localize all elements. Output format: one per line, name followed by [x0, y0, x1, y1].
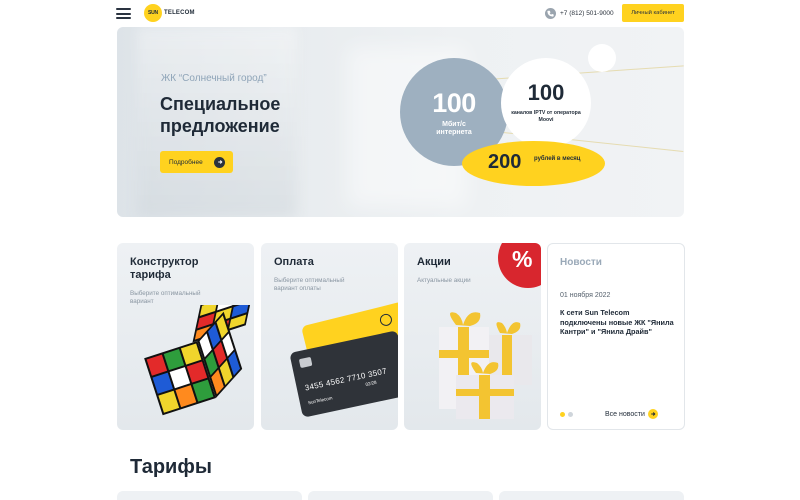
card-title: Конструктор тарифа [130, 256, 199, 281]
speed-text: Мбит/с интернета [436, 121, 472, 136]
tariff-constructor-card[interactable]: Конструктор тарифа Выберите оптимальный … [117, 243, 254, 430]
card-holder: SunTelecom [307, 395, 333, 406]
tariffs-section-title: Тарифы [130, 456, 212, 478]
card-description: Актуальные акции [417, 277, 471, 284]
tariff-card[interactable] [117, 491, 302, 500]
speed-value: 100 [432, 88, 476, 118]
all-news-label: Все новости [605, 410, 645, 418]
logo-wordmark: TELECOM [164, 10, 195, 16]
more-details-label: Подробнее [169, 158, 203, 166]
arrow-right-icon [214, 156, 225, 168]
gift-boxes-illustration [439, 312, 532, 419]
promotions-card[interactable]: Акции Актуальные акции % [404, 243, 541, 430]
percent-icon: % [512, 246, 533, 272]
decorative-circle [588, 44, 616, 72]
card-chip-icon [298, 356, 313, 369]
personal-cabinet-button[interactable]: Личный кабинет [622, 4, 684, 22]
price-text: рублей в месяц [534, 156, 581, 162]
all-news-link[interactable]: Все новости [605, 409, 658, 419]
tv-value: 100 [527, 80, 565, 105]
phone-icon [545, 7, 556, 19]
phone-link[interactable]: +7 (812) 501-9000 [545, 7, 614, 19]
rubiks-cube-illustration [144, 305, 254, 416]
site-header: SUN TELECOM +7 (812) 501-9000 Личный каб… [0, 0, 800, 27]
tariff-card[interactable] [499, 491, 684, 500]
hero-title: Специальное предложение [160, 94, 281, 136]
tv-text: каналов IPTV от оператора Moovi [511, 110, 581, 123]
news-card[interactable]: Новости 01 ноября 2022 К сети Sun Teleco… [547, 243, 685, 430]
hero-subtitle: ЖК “Солнечный город” [161, 73, 267, 84]
carousel-dot[interactable] [568, 412, 573, 417]
card-description: Выберите оптимальный вариант оплаты [274, 277, 345, 292]
news-headline[interactable]: К сети Sun Telecom подключены новые ЖК "… [560, 308, 676, 337]
logo[interactable]: SUN TELECOM [144, 4, 195, 22]
payment-card[interactable]: Оплата Выберите оптимальный вариант опла… [261, 243, 398, 430]
arrow-right-icon [647, 409, 658, 419]
hero-banner[interactable]: ЖК “Солнечный город” Специальное предлож… [117, 27, 684, 217]
card-description: Выберите оптимальный вариант [130, 290, 201, 305]
news-title: Новости [560, 257, 602, 268]
menu-icon[interactable] [116, 8, 131, 19]
tv-channels-badge: 100 каналов IPTV от оператора Moovi [501, 58, 591, 148]
tariff-card[interactable] [308, 491, 493, 500]
news-date: 01 ноября 2022 [560, 292, 611, 299]
price-value: 200 [488, 151, 522, 173]
card-title: Оплата [274, 256, 314, 268]
more-details-button[interactable]: Подробнее [160, 151, 233, 173]
logo-sun-mark: SUN [144, 4, 162, 22]
carousel-dot-active[interactable] [560, 412, 565, 417]
price-badge: 200 рублей в месяц [462, 141, 605, 186]
phone-number: +7 (812) 501-9000 [560, 9, 614, 17]
card-expiry: 02/28 [365, 379, 378, 387]
card-logo-icon [378, 312, 394, 328]
